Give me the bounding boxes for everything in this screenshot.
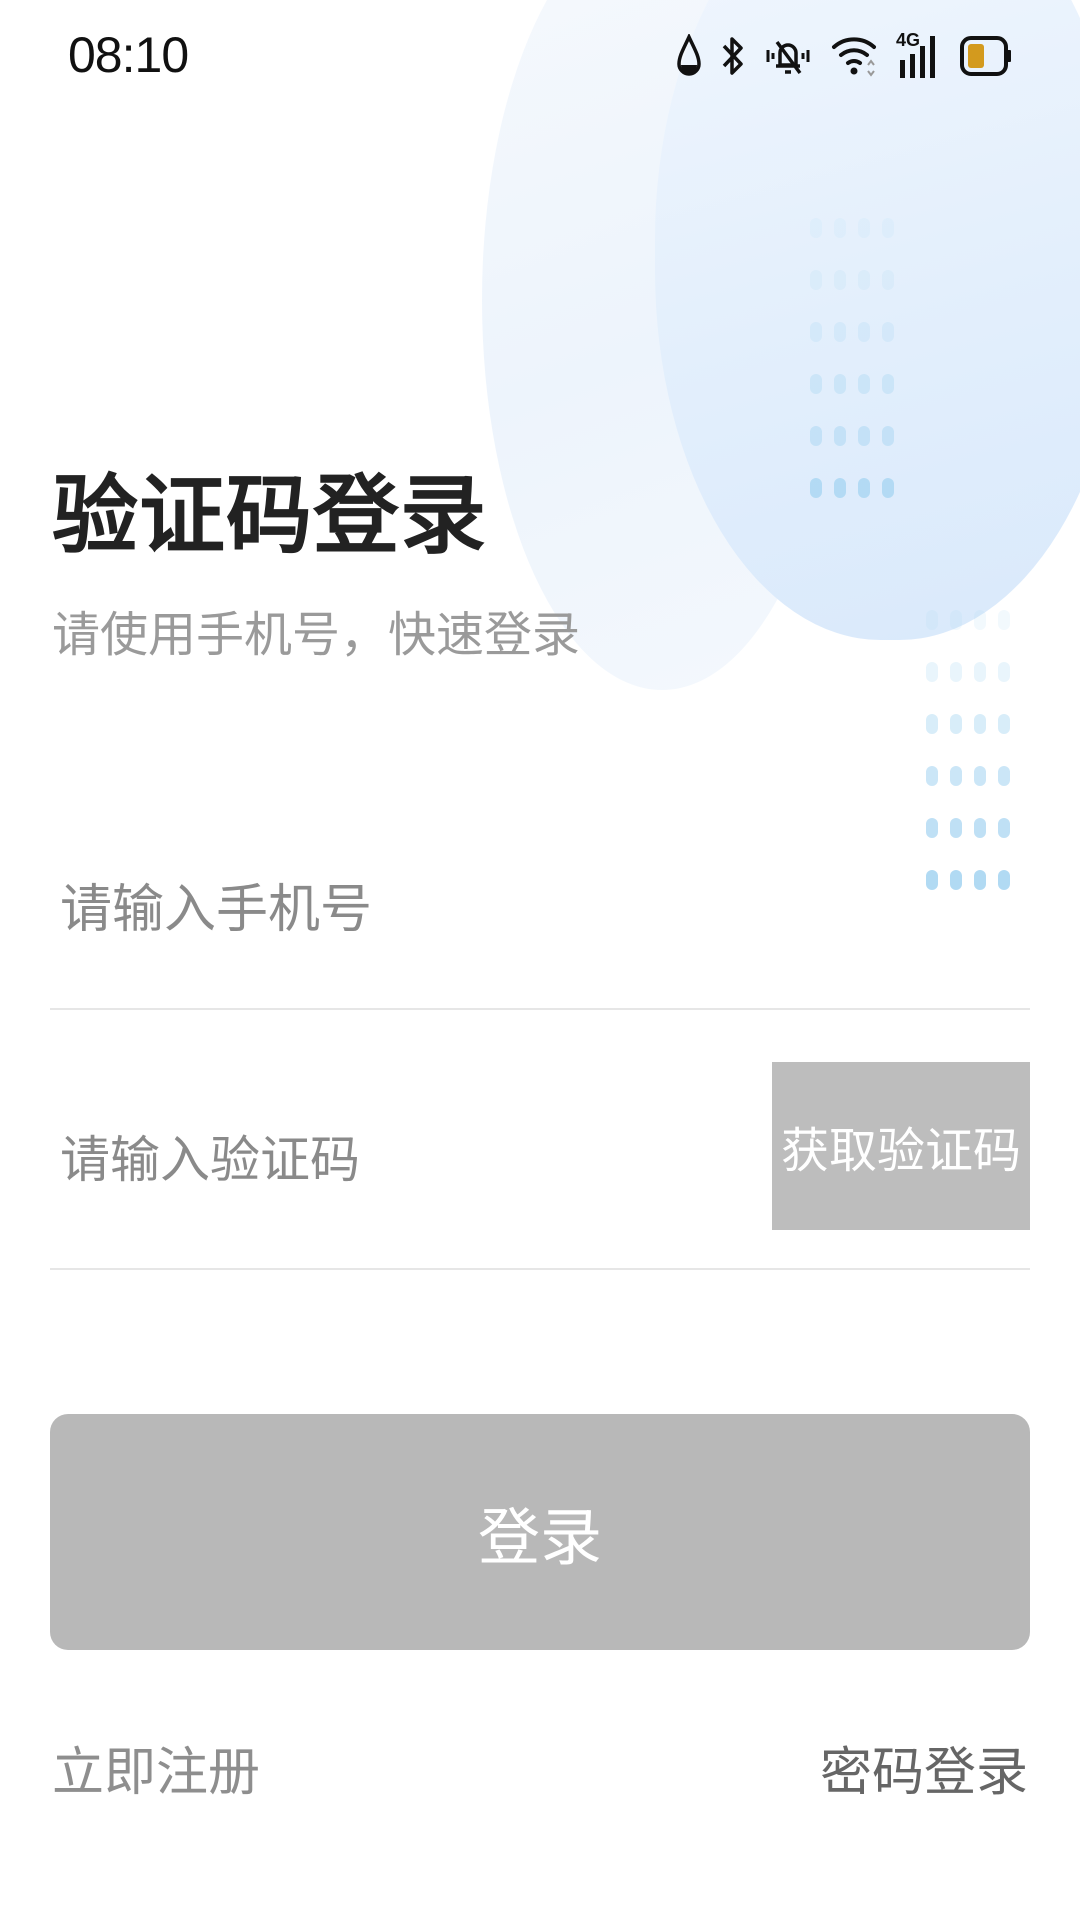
vibrate-mute-icon <box>764 33 812 79</box>
status-icons: 4G <box>676 30 1012 82</box>
phone-field-row <box>50 820 1030 1010</box>
verification-code-input[interactable] <box>60 1110 740 1210</box>
bluetooth-icon <box>720 33 746 79</box>
battery-icon <box>960 34 1012 78</box>
login-screen: 08:10 4G 验证码登录 请使用手机号，快速登录 请输入手机号 请输入验证码… <box>0 0 1080 1920</box>
status-bar: 08:10 4G <box>0 0 1080 110</box>
phone-input[interactable] <box>60 860 960 960</box>
register-link[interactable]: 立即注册 <box>52 1730 260 1805</box>
data-saver-icon <box>676 34 702 78</box>
login-button[interactable]: 登录 <box>50 1414 1030 1650</box>
password-login-link[interactable]: 密码登录 <box>820 1730 1028 1805</box>
code-field-row: 获取验证码 <box>50 1060 1030 1270</box>
status-time: 08:10 <box>68 27 189 83</box>
cellular-4g-icon: 4G <box>896 30 942 80</box>
wifi-icon <box>830 33 878 79</box>
page-title: 验证码登录 <box>52 466 487 566</box>
decor-dot-grid-top <box>810 218 894 498</box>
page-subtitle: 请使用手机号，快速登录 <box>52 607 581 663</box>
get-code-button[interactable]: 获取验证码 <box>772 1062 1030 1230</box>
